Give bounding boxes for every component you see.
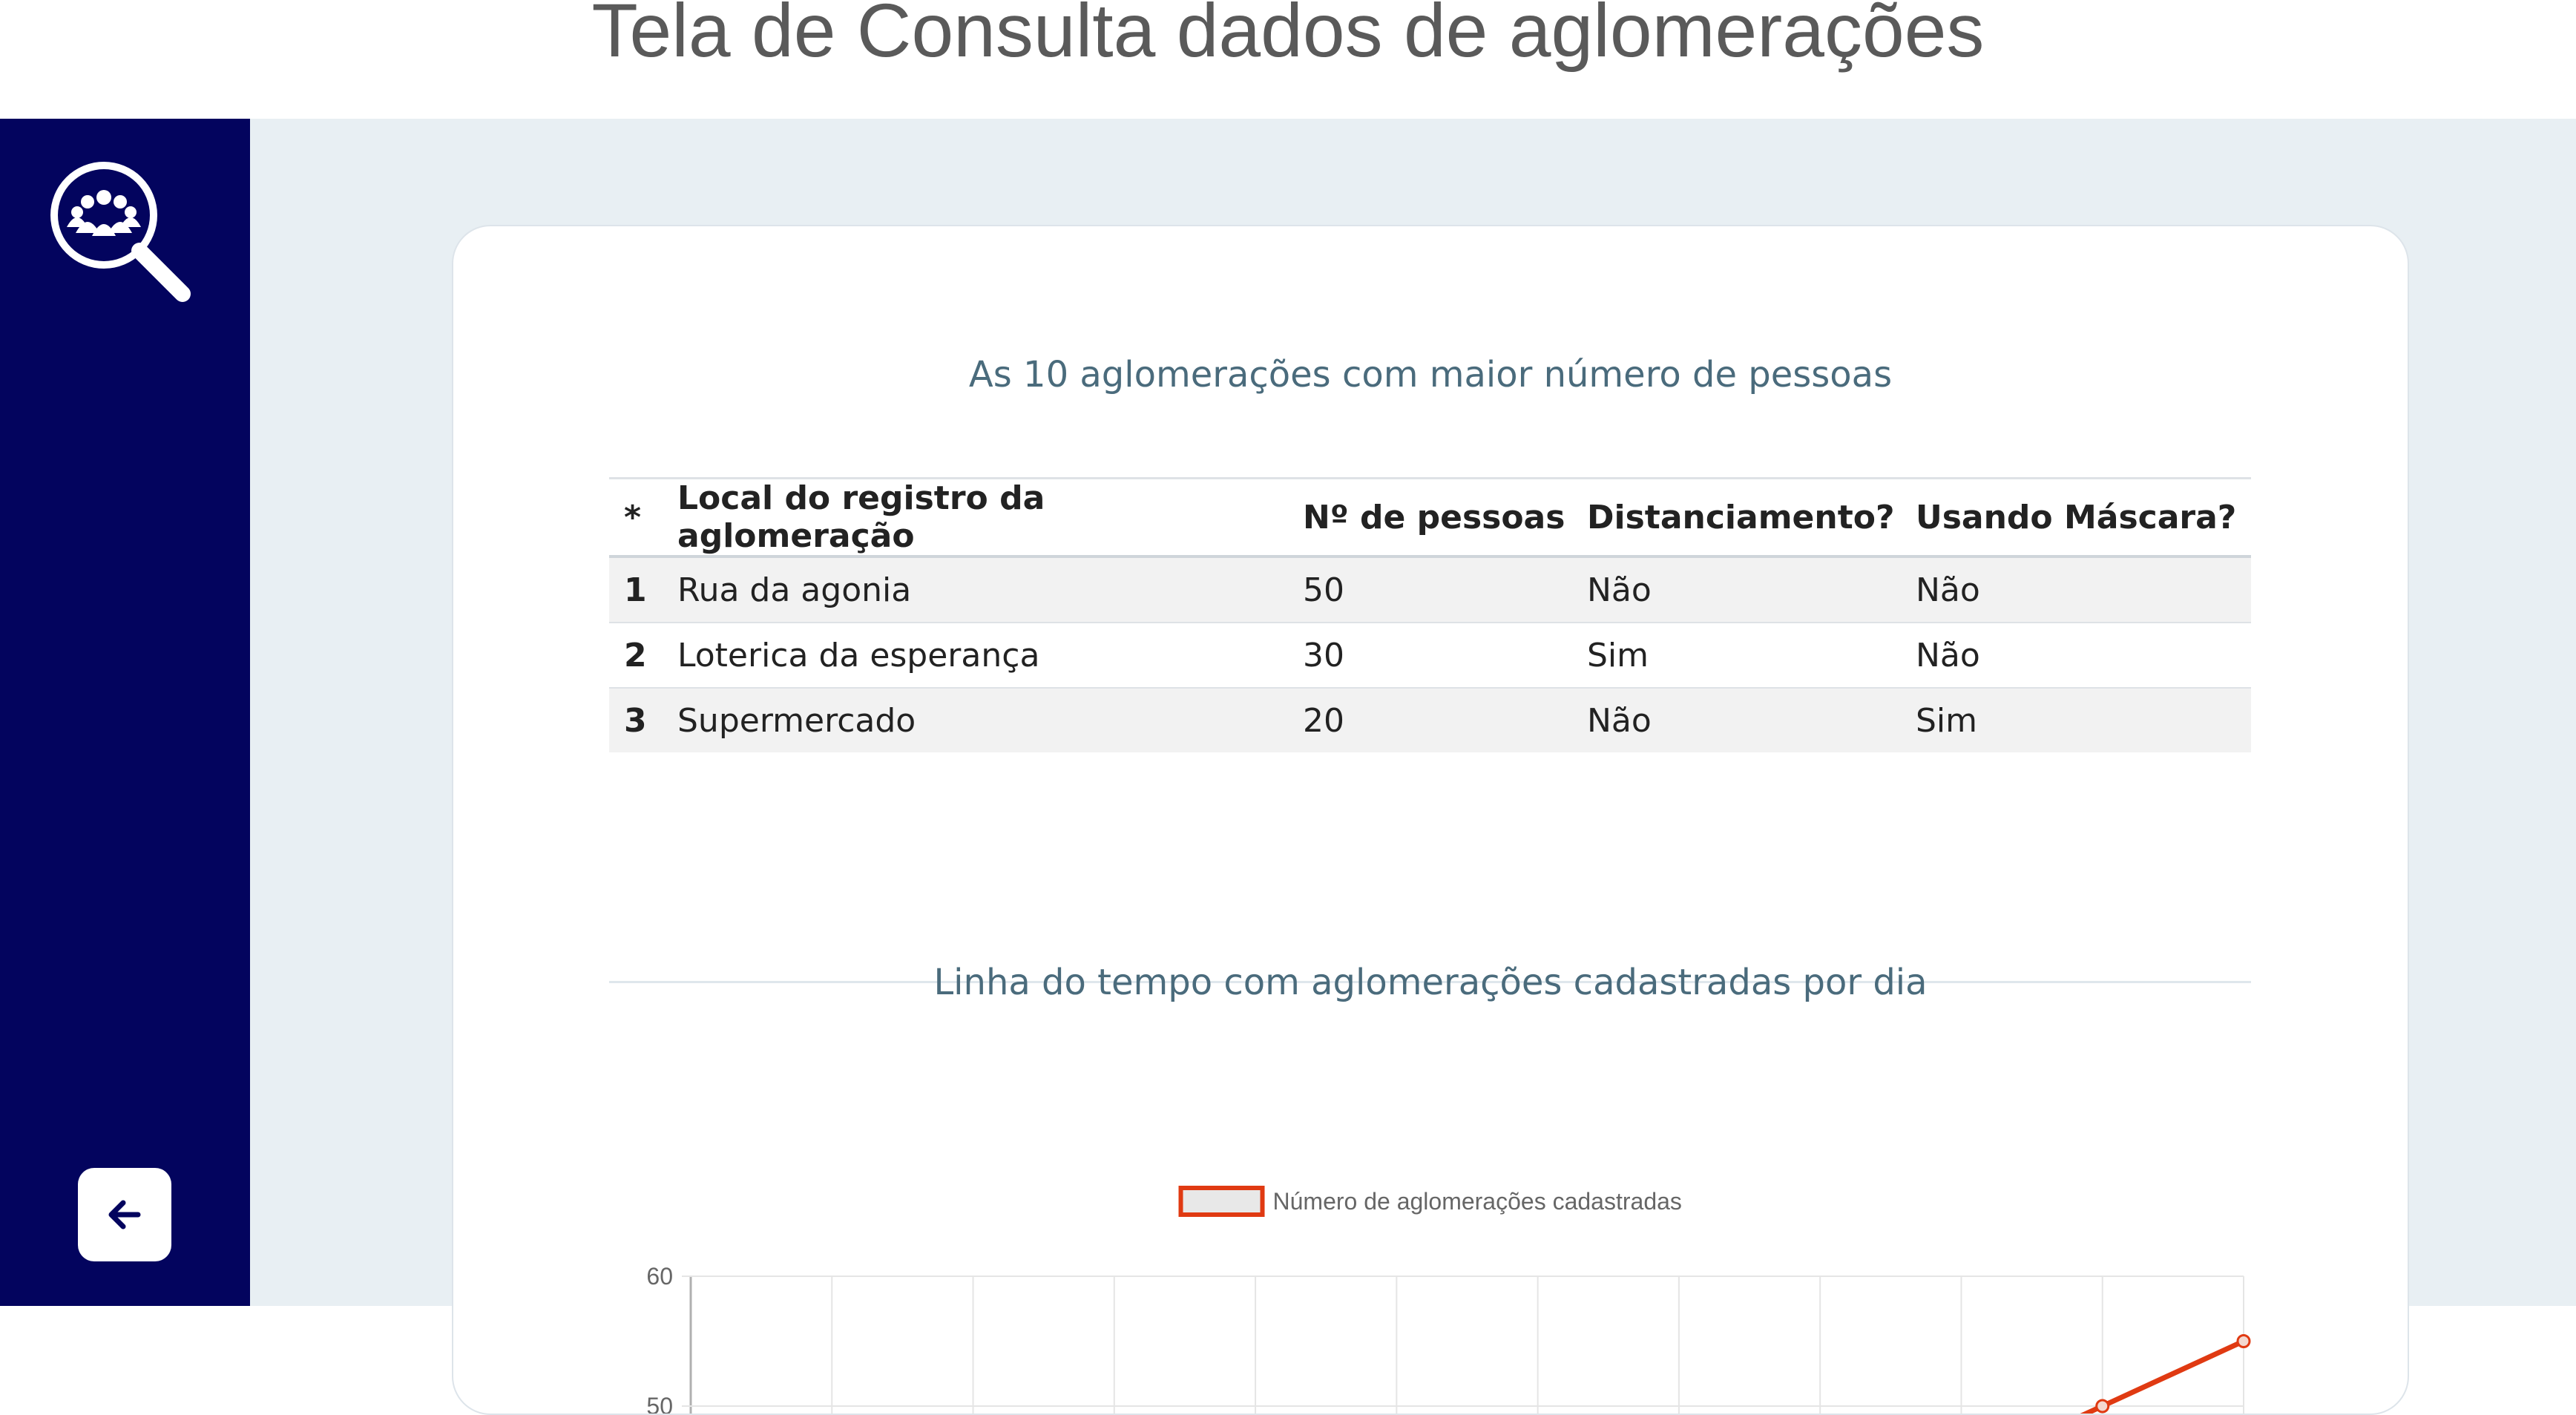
crowd-search-icon <box>45 156 208 319</box>
crowds-table: * Local do registro da aglomeração Nº de… <box>609 477 2251 752</box>
arrow-left-icon <box>108 1200 141 1229</box>
row-people: 30 <box>1288 622 1572 688</box>
y-tick-label: 50 <box>646 1393 673 1414</box>
timeline-chart: Número de aglomerações cadastradas 60 50 <box>609 1176 2251 1414</box>
col-header-location: Local do registro da aglomeração <box>663 477 1288 558</box>
row-mask: Não <box>1901 622 2251 688</box>
table-title: As 10 aglomerações com maior número de p… <box>968 354 1893 395</box>
row-location: Loterica da esperança <box>663 622 1288 688</box>
legend-label: Número de aglomerações cadastradas <box>1273 1188 1682 1215</box>
row-people: 50 <box>1288 556 1572 623</box>
data-point <box>2236 1334 2251 1348</box>
col-header-mask: Usando Máscara? <box>1901 477 2251 558</box>
row-distancing: Sim <box>1572 622 1901 688</box>
row-index: 1 <box>609 556 663 623</box>
col-header-people: Nº de pessoas <box>1288 477 1572 558</box>
y-tick-label: 60 <box>646 1263 673 1290</box>
row-mask: Não <box>1901 556 2251 623</box>
page-header: Tela de Consulta dados de aglomerações <box>0 0 2576 119</box>
row-distancing: Não <box>1572 556 1901 623</box>
legend-swatch <box>1178 1186 1265 1217</box>
chart-title: Linha do tempo com aglomerações cadastra… <box>933 962 1928 1003</box>
data-point <box>2095 1399 2110 1414</box>
content-card: As 10 aglomerações com maior número de p… <box>452 225 2409 1415</box>
row-mask: Sim <box>1901 687 2251 752</box>
table-row: 2 Loterica da esperança 30 Sim Não <box>609 622 2251 688</box>
main-content: As 10 aglomerações com maior número de p… <box>250 119 2576 1415</box>
col-header-index: * <box>609 477 663 558</box>
row-distancing: Não <box>1572 687 1901 752</box>
row-index: 3 <box>609 687 663 752</box>
sidebar <box>0 119 250 1306</box>
row-location: Rua da agonia <box>663 556 1288 623</box>
back-button[interactable] <box>78 1168 171 1261</box>
table-header-row: * Local do registro da aglomeração Nº de… <box>609 477 2251 558</box>
col-header-distancing: Distanciamento? <box>1572 477 1901 558</box>
table-row: 3 Supermercado 20 Não Sim <box>609 687 2251 752</box>
row-index: 2 <box>609 622 663 688</box>
chart-svg: Número de aglomerações cadastradas 60 50 <box>646 1186 2251 1414</box>
row-location: Supermercado <box>663 687 1288 752</box>
page-title: Tela de Consulta dados de aglomerações <box>591 0 1985 73</box>
row-people: 20 <box>1288 687 1572 752</box>
table-row: 1 Rua da agonia 50 Não Não <box>609 556 2251 623</box>
